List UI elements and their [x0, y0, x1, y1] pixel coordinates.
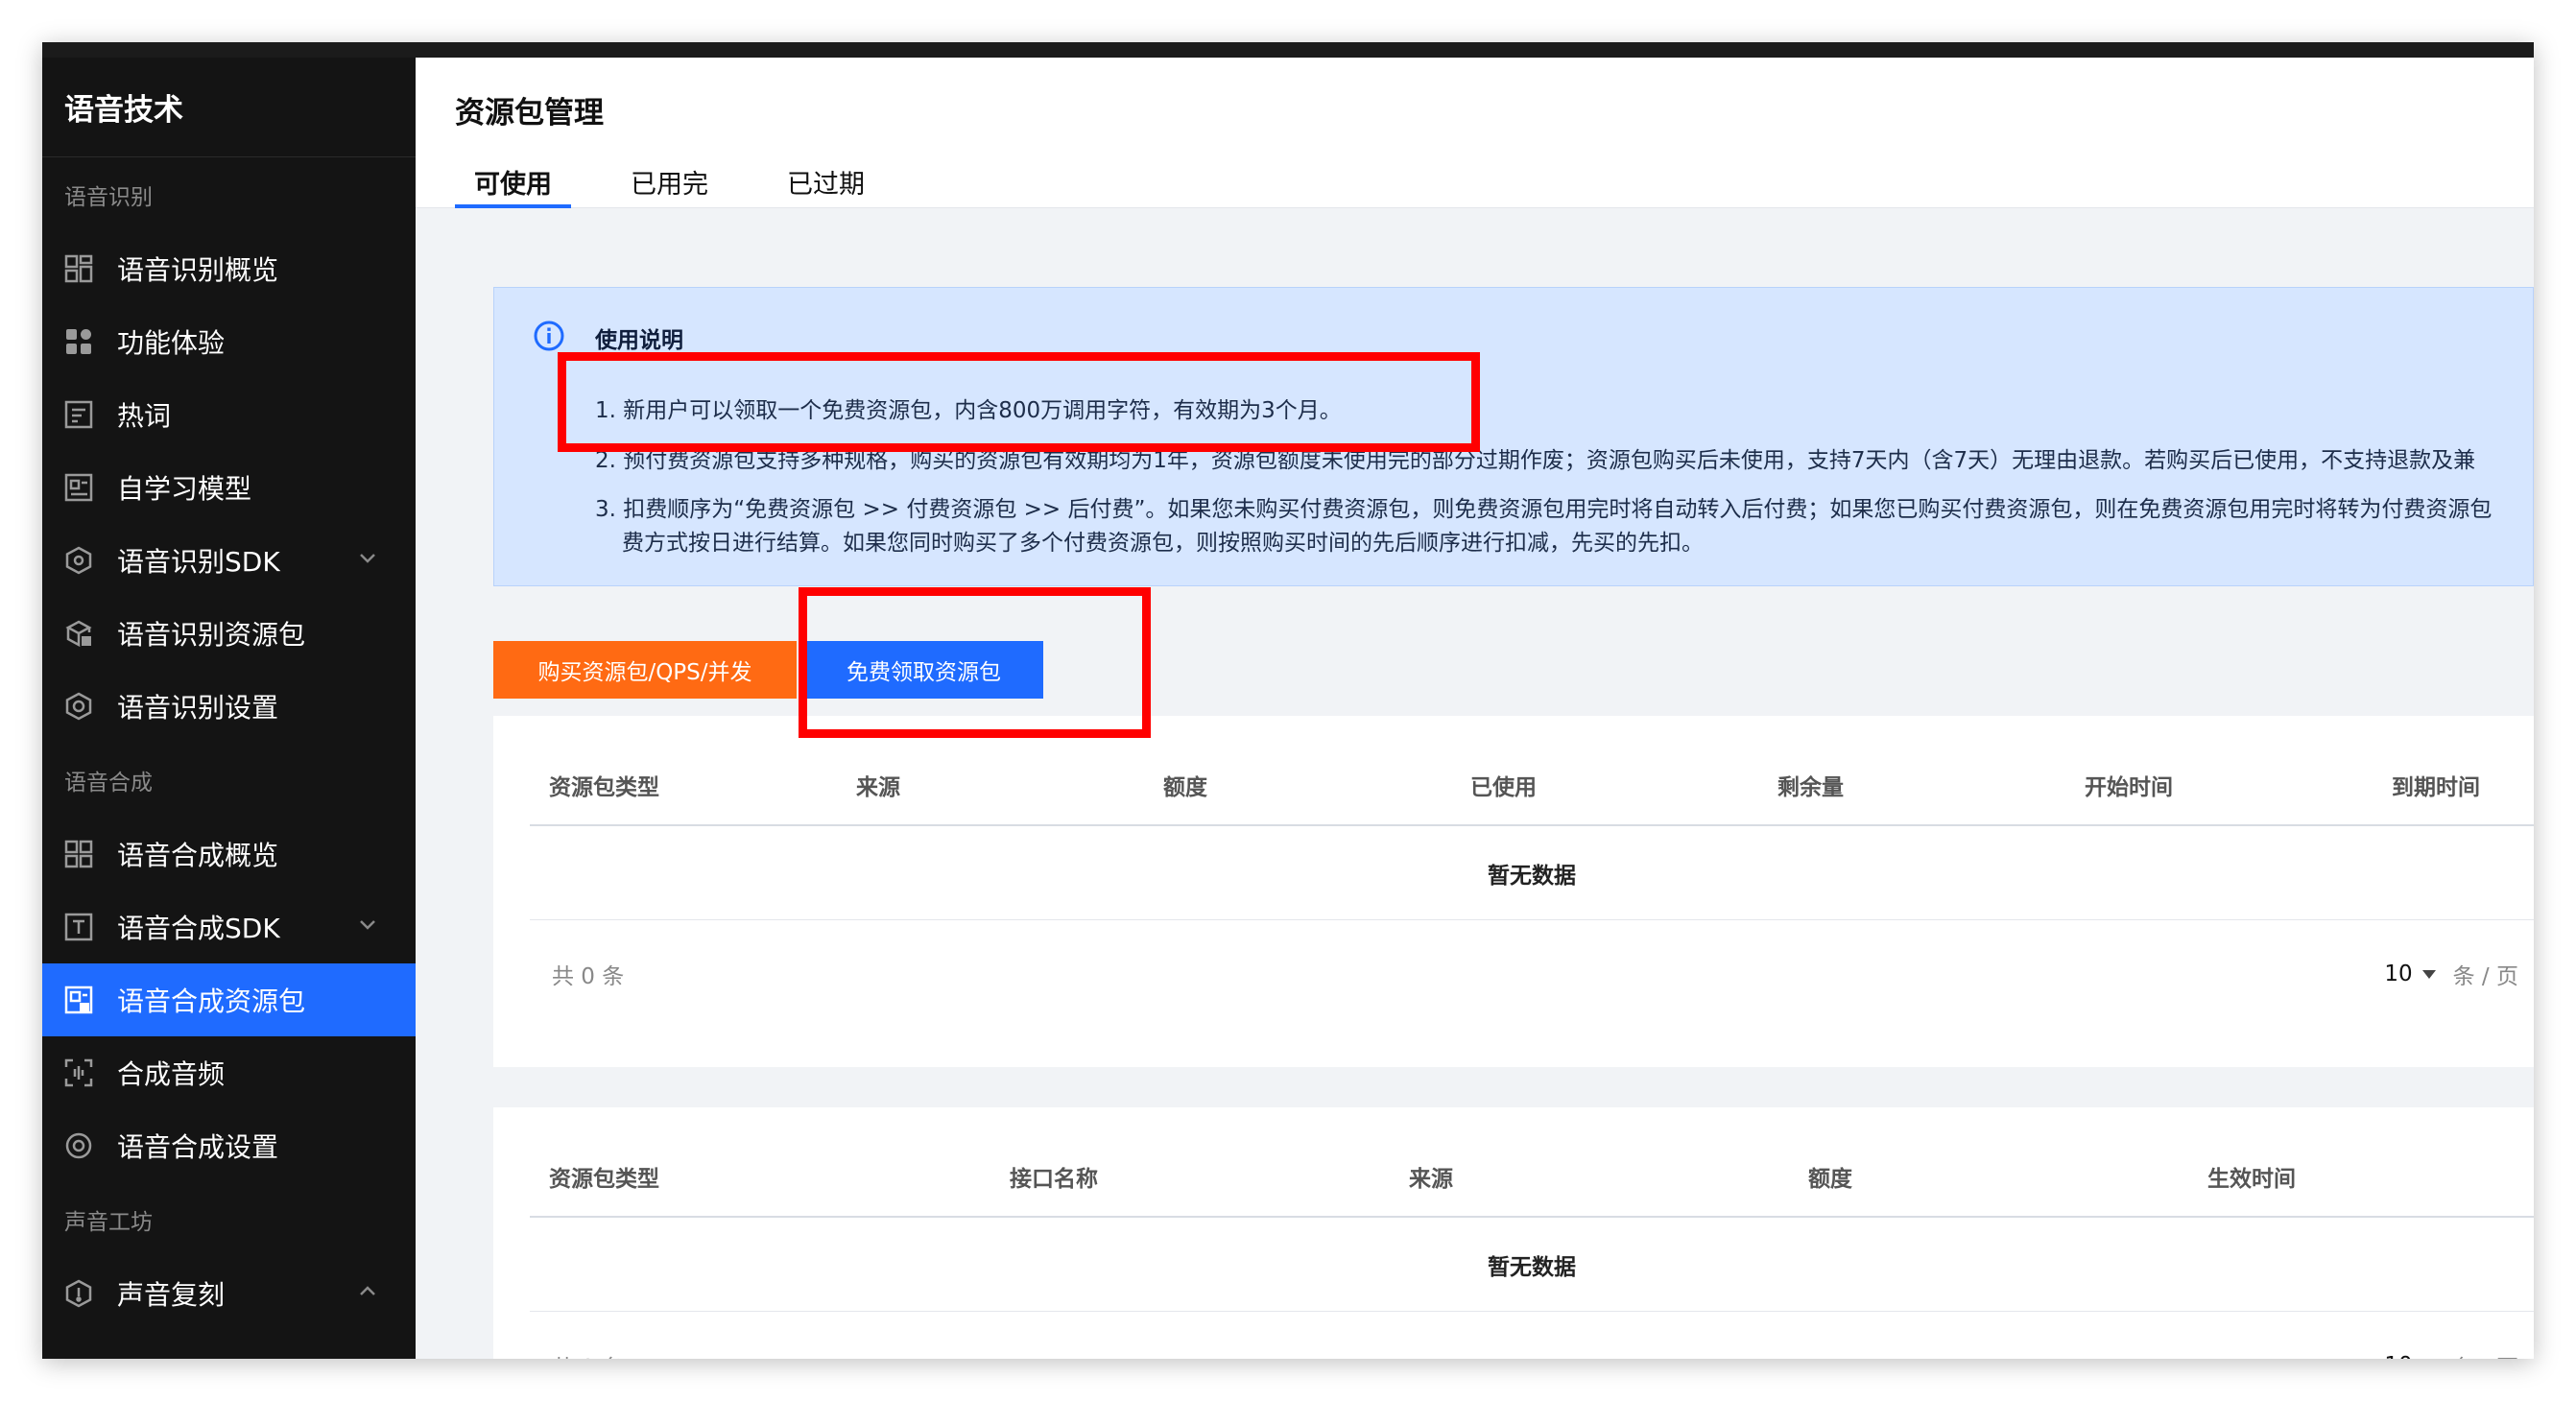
- sidebar-item-label: 自学习模型: [117, 473, 252, 505]
- page-header: 资源包管理 可使用 已用完 已过期: [416, 58, 2534, 208]
- dashboard-grid-icon: [63, 839, 94, 869]
- column-header: 额度: [1808, 1167, 1852, 1192]
- page-size-value[interactable]: 10: [2384, 1353, 2412, 1359]
- tab-bar: 可使用 已用完 已过期: [455, 154, 924, 208]
- chevron-down-icon[interactable]: [354, 545, 381, 572]
- resource-pack-table: 资源包类型 来源 额度 已使用 剩余量 开始时间 到期时间 暂无数据 共 0 条…: [493, 716, 2534, 1067]
- sidebar-item-label: 语音合成资源包: [117, 985, 306, 1017]
- sidebar-group-label: 声音工坊: [64, 1210, 153, 1235]
- info-icon: [534, 321, 564, 351]
- audio-frame-icon: [63, 1057, 94, 1088]
- total-count: 共 0 条: [552, 1349, 624, 1359]
- text-list-icon: [63, 399, 94, 430]
- page-size-selector[interactable]: 10 条 / 页: [2384, 1349, 2518, 1359]
- sidebar-item-synth-audio[interactable]: 合成音频: [42, 1036, 416, 1109]
- sidebar-item-tts-settings[interactable]: 语音合成设置: [42, 1109, 416, 1182]
- column-header: 生效时间: [2207, 1167, 2296, 1192]
- sidebar-item-label: 合成音频: [117, 1058, 226, 1090]
- window-top-bar: [42, 42, 2534, 58]
- highlight-box-new-user-note: [558, 352, 1480, 452]
- dashboard-grid-icon: [63, 253, 94, 284]
- column-header: 来源: [1409, 1167, 1453, 1192]
- model-doc-icon: [63, 472, 94, 503]
- sidebar-item-voice-clone[interactable]: 声音复刻: [42, 1257, 416, 1330]
- page-size-selector[interactable]: 10 条 / 页: [2384, 958, 2518, 990]
- page-size-value[interactable]: 10: [2384, 962, 2412, 986]
- resource-pack-icon: [63, 985, 94, 1015]
- page-size-unit: 条 / 页: [2452, 964, 2518, 989]
- sidebar-item-label: 语音识别设置: [117, 692, 279, 724]
- column-header: 资源包类型: [549, 1167, 659, 1192]
- text-box-icon: [63, 912, 94, 942]
- sidebar-group-label: 语音识别: [64, 185, 153, 210]
- notice-title: 使用说明: [595, 328, 683, 353]
- sidebar-item-label: 功能体验: [117, 327, 226, 359]
- sidebar-item-asr-overview[interactable]: 语音识别概览: [42, 232, 416, 305]
- column-header: 剩余量: [1777, 775, 1844, 800]
- sidebar-item-tts-resource-pack[interactable]: 语音合成资源包: [42, 963, 416, 1036]
- tab-available[interactable]: 可使用: [455, 154, 571, 208]
- sidebar-item-feature-trial[interactable]: 功能体验: [42, 305, 416, 378]
- notice-line: 3. 扣费顺序为“免费资源包 >> 付费资源包 >> 后付费”。如果您未购买付费…: [595, 497, 2493, 522]
- highlight-box-free-claim-button: [799, 587, 1151, 738]
- sidebar-item-hotwords[interactable]: 热词: [42, 378, 416, 451]
- sidebar-item-label: 语音合成设置: [117, 1131, 279, 1163]
- column-header: 额度: [1163, 775, 1207, 800]
- caret-down-icon[interactable]: [2421, 969, 2436, 979]
- chevron-up-icon[interactable]: [354, 1278, 381, 1305]
- sidebar-item-label: 语音识别概览: [117, 254, 279, 286]
- empty-state: 暂无数据: [530, 1218, 2534, 1312]
- chevron-down-icon[interactable]: [354, 912, 381, 938]
- column-header: 资源包类型: [549, 775, 659, 800]
- resource-box-icon: [63, 618, 94, 649]
- sidebar-item-label: 语音合成SDK: [117, 913, 280, 944]
- notice-line: 费方式按日进行结算。如果您同时购买了多个付费资源包，则按照购买时间的先后顺序进行…: [622, 531, 1704, 556]
- sidebar-item-tts-sdk[interactable]: 语音合成SDK: [42, 890, 416, 963]
- column-header: 开始时间: [2085, 775, 2173, 800]
- settings-icon: [63, 691, 94, 722]
- main-content: 资源包管理 可使用 已用完 已过期 使用说明 1. 新用户可以领取一个免费资源包…: [416, 58, 2534, 1359]
- sidebar-item-label: 语音识别资源包: [117, 619, 306, 651]
- total-count: 共 0 条: [552, 964, 625, 989]
- column-header: 接口名称: [1010, 1167, 1098, 1192]
- sidebar-item-asr-sdk[interactable]: 语音识别SDK: [42, 524, 416, 597]
- sidebar-item-label: 语音识别SDK: [117, 546, 280, 578]
- sidebar-group-label: 语音合成: [64, 771, 153, 795]
- buy-resource-pack-button[interactable]: 购买资源包/QPS/并发: [493, 641, 797, 699]
- column-header: 来源: [856, 775, 900, 800]
- table-header: 资源包类型 接口名称 来源 额度 生效时间: [530, 1107, 2534, 1218]
- apps-grid-icon: [63, 326, 94, 357]
- sidebar-item-label: 热词: [117, 400, 172, 432]
- settings-icon: [63, 1130, 94, 1161]
- voice-clone-icon: [63, 1278, 94, 1309]
- empty-state: 暂无数据: [530, 826, 2534, 920]
- sidebar: 语音技术 语音识别 语音识别概览 功能体验 热词 自学习模型 语音识别SDK 语…: [42, 58, 416, 1359]
- sidebar-item-label: 语音合成概览: [117, 840, 279, 871]
- page-title: 资源包管理: [455, 96, 604, 131]
- sdk-hexagon-icon: [63, 545, 94, 576]
- sidebar-item-label: 声音复刻: [117, 1279, 226, 1311]
- tab-expired[interactable]: 已过期: [768, 154, 884, 208]
- interface-pack-table: 资源包类型 接口名称 来源 额度 生效时间 暂无数据 共 0 条 10 条 / …: [493, 1107, 2534, 1359]
- sidebar-item-asr-resource-pack[interactable]: 语音识别资源包: [42, 597, 416, 670]
- column-header: 已使用: [1470, 775, 1537, 800]
- column-header: 到期时间: [2392, 775, 2480, 800]
- tab-used-up[interactable]: 已用完: [611, 154, 727, 208]
- sidebar-brand: 语音技术: [42, 58, 416, 157]
- sidebar-item-self-learning[interactable]: 自学习模型: [42, 451, 416, 524]
- sidebar-item-asr-settings[interactable]: 语音识别设置: [42, 670, 416, 743]
- page-size-unit: 条 / 页: [2453, 1349, 2518, 1359]
- sidebar-item-tts-overview[interactable]: 语音合成概览: [42, 818, 416, 890]
- app-window: 语音技术 语音识别 语音识别概览 功能体验 热词 自学习模型 语音识别SDK 语…: [42, 42, 2534, 1359]
